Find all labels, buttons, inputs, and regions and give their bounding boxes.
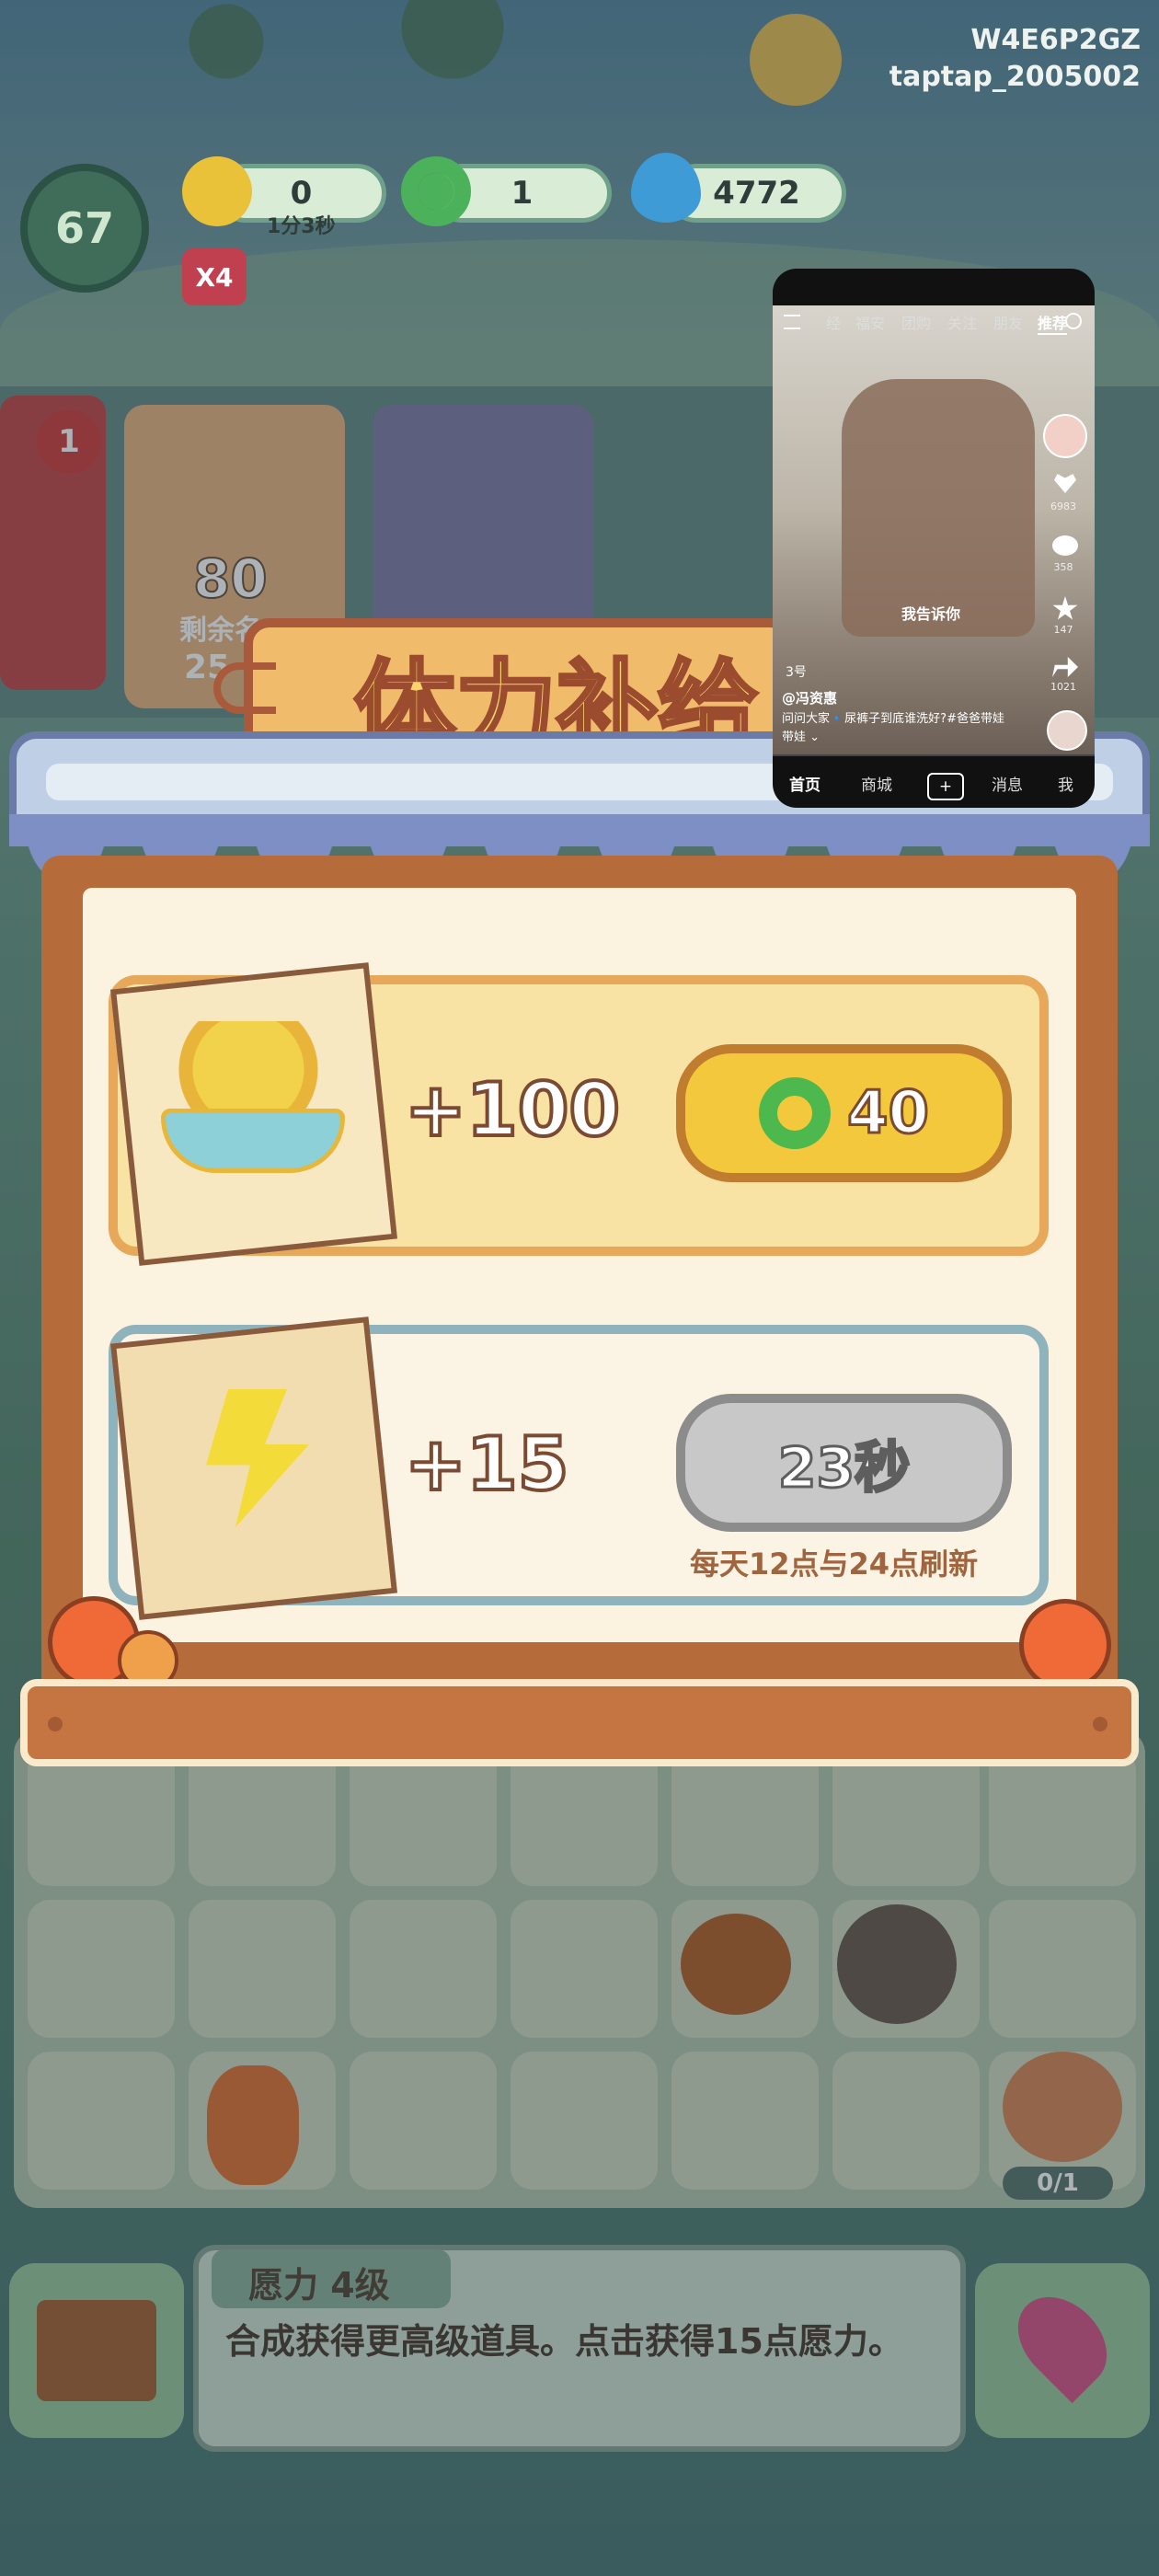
- counter-bolt: [1093, 1717, 1107, 1731]
- video-description: 问问大家🔹尿裤子到底谁洗好?#爸爸带娃: [782, 712, 1004, 726]
- floating-video-window[interactable]: 经 福安 团购 关注 朋友 推荐 6983 358 147 1021 我告诉你 …: [773, 269, 1095, 808]
- nav-home[interactable]: 首页: [789, 772, 820, 795]
- gem-icon: [758, 1077, 831, 1149]
- comment-count: 358: [1053, 561, 1073, 573]
- free-refill-timer-button[interactable]: 23秒: [676, 1394, 1012, 1532]
- share-count: 1021: [1050, 681, 1076, 693]
- like-count: 6983: [1050, 500, 1076, 512]
- nav-messages[interactable]: 消息: [992, 772, 1023, 795]
- level-badge[interactable]: 67: [20, 164, 149, 293]
- energy-timer: 1分3秒: [267, 215, 336, 238]
- gem-price: 40: [845, 1078, 930, 1149]
- video-tab[interactable]: 朋友: [993, 311, 1023, 333]
- awning-band: [9, 814, 1150, 846]
- nav-create[interactable]: +: [927, 773, 964, 800]
- video-small-text: 3号: [786, 665, 807, 680]
- video-tab[interactable]: 福安: [855, 311, 885, 333]
- refresh-note: 每天12点与24点刷新: [690, 1547, 979, 1581]
- option-amount: +100: [403, 1065, 622, 1155]
- video-person: [842, 379, 1035, 637]
- search-icon[interactable]: [1065, 313, 1082, 329]
- video-tab[interactable]: 关注: [947, 311, 977, 333]
- nav-mall[interactable]: 商城: [861, 772, 892, 795]
- level-value: 67: [54, 203, 114, 253]
- energy-bowl-base: [161, 1109, 345, 1173]
- music-avatar[interactable]: [1047, 710, 1087, 751]
- nav-me[interactable]: 我: [1058, 772, 1073, 795]
- video-author[interactable]: @冯资惠: [782, 688, 837, 707]
- energy-icon: [182, 156, 252, 226]
- counter-top: [20, 1679, 1139, 1766]
- orange-slice-decoration: [1019, 1599, 1111, 1691]
- video-progress[interactable]: [773, 754, 1095, 756]
- video-description-more[interactable]: 带娃 ⌄: [782, 727, 820, 744]
- option-amount: +15: [403, 1420, 570, 1509]
- menu-icon[interactable]: [784, 315, 800, 329]
- video-tab-active[interactable]: 推荐: [1038, 311, 1068, 335]
- fire-value: 4772: [713, 175, 800, 212]
- counter-bolt: [48, 1717, 63, 1731]
- video-caption-overlay: 我告诉你: [901, 605, 961, 623]
- watermark-user: taptap_2005002: [889, 61, 1141, 93]
- title-hook: [213, 662, 276, 714]
- video-tab[interactable]: 团购: [901, 311, 931, 333]
- buy-with-gems-button[interactable]: 40: [676, 1044, 1012, 1182]
- watermark-id: W4E6P2GZ: [970, 24, 1141, 56]
- multiplier-button[interactable]: X4: [182, 248, 247, 305]
- video-tab[interactable]: 经: [826, 311, 841, 333]
- favorite-count: 147: [1053, 624, 1073, 636]
- gem-value: 1: [511, 175, 534, 212]
- timer-text: 23秒: [776, 1434, 911, 1501]
- energy-value: 0: [290, 175, 313, 212]
- gem-icon: [401, 156, 471, 226]
- comment-icon[interactable]: [1052, 535, 1078, 556]
- author-avatar[interactable]: [1043, 414, 1087, 458]
